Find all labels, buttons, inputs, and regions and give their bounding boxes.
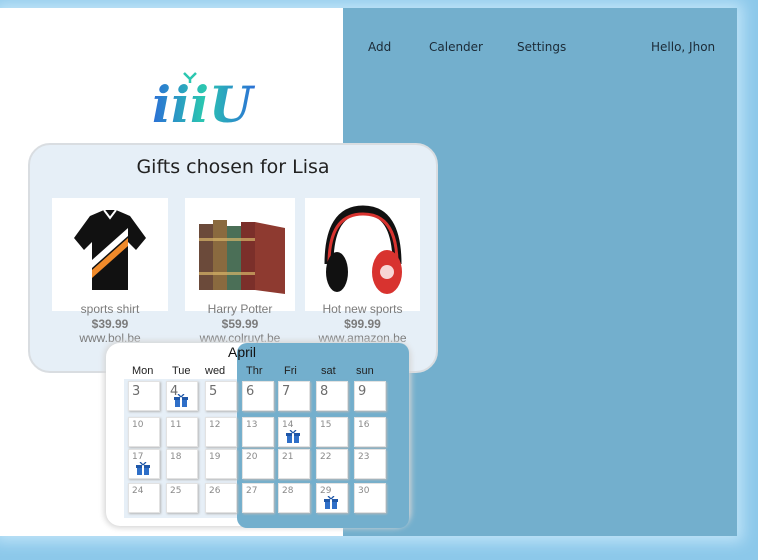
day-number: 26: [209, 486, 221, 496]
gift-item[interactable]: sports shirt $39.99 www.bol.be: [52, 198, 168, 348]
calendar-month: April: [228, 344, 257, 360]
day-number: 21: [282, 452, 294, 462]
day-number: 22: [320, 452, 332, 462]
nav-calender[interactable]: Calender: [429, 40, 483, 54]
calendar-day[interactable]: 20: [242, 449, 274, 479]
day-number: 19: [209, 452, 221, 462]
calendar-day[interactable]: 10: [128, 417, 160, 447]
calendar-day[interactable]: 19: [205, 449, 237, 479]
day-number: 27: [246, 486, 258, 496]
calendar-day[interactable]: 12: [205, 417, 237, 447]
calendar-day[interactable]: 9: [354, 381, 386, 411]
product-price: $39.99: [91, 317, 129, 331]
dow-label: Tue: [172, 365, 191, 377]
app-logo: iiiU: [152, 72, 256, 128]
day-number: 30: [358, 486, 370, 496]
day-number: 10: [132, 420, 144, 430]
calendar-day[interactable]: 16: [354, 417, 386, 447]
day-number: 15: [320, 420, 332, 430]
day-number: 18: [170, 452, 182, 462]
dow-label: Fri: [284, 365, 297, 377]
gift-icon: [286, 430, 300, 443]
dow-label: Mon: [132, 365, 154, 377]
day-number: 17: [132, 452, 144, 462]
day-number: 20: [246, 452, 258, 462]
day-number: 28: [282, 486, 294, 496]
day-number: 7: [282, 384, 291, 399]
product-price: $99.99: [344, 317, 381, 331]
day-number: 5: [209, 384, 218, 399]
calendar-day[interactable]: 11: [166, 417, 198, 447]
calendar-day[interactable]: 3: [128, 381, 160, 411]
gift-icon: [324, 496, 338, 509]
calendar-day[interactable]: 30: [354, 483, 386, 513]
calendar-day[interactable]: 25: [166, 483, 198, 513]
calendar-day[interactable]: 17: [128, 449, 160, 479]
day-number: 12: [209, 420, 221, 430]
dow-label: wed: [205, 365, 226, 377]
day-number: 24: [132, 486, 144, 496]
day-number: 11: [170, 420, 182, 430]
gift-item[interactable]: Hot new sports $99.99 www.amazon.be: [305, 198, 420, 348]
shirt-image: [52, 198, 168, 311]
calendar-day[interactable]: 27: [242, 483, 274, 513]
calendar-day[interactable]: 21: [278, 449, 310, 479]
dow-label: Thr: [246, 365, 263, 377]
day-number: 6: [246, 384, 255, 399]
day-number: 23: [358, 452, 370, 462]
calendar-day[interactable]: 7: [278, 381, 310, 411]
gift-icon: [174, 394, 188, 407]
product-name: Hot new sports: [322, 302, 403, 316]
headphones-image: [305, 198, 420, 311]
dow-label: sun: [356, 365, 374, 377]
calendar-day[interactable]: 18: [166, 449, 198, 479]
day-number: 3: [132, 384, 141, 399]
calendar-day[interactable]: 15: [316, 417, 348, 447]
calendar-day[interactable]: 23: [354, 449, 386, 479]
calendar-day[interactable]: 28: [278, 483, 310, 513]
nav-settings[interactable]: Settings: [517, 40, 566, 54]
day-number: 14: [282, 420, 294, 430]
calendar: April Mon Tue wed Thr Fri sat sun 3 45 6 7 8…: [106, 343, 409, 528]
day-number: 16: [358, 420, 370, 430]
calendar-day[interactable]: 8: [316, 381, 348, 411]
day-number: 9: [358, 384, 367, 399]
calendar-day[interactable]: 5: [205, 381, 237, 411]
logo-text: iiiU: [152, 75, 256, 128]
dow-label: sat: [321, 365, 336, 377]
gifts-title: Gifts chosen for Lisa: [136, 156, 330, 178]
calendar-day[interactable]: 13: [242, 417, 274, 447]
product-price: $59.99: [221, 317, 259, 331]
calendar-day[interactable]: 6: [242, 381, 274, 411]
calendar-day[interactable]: 26: [205, 483, 237, 513]
product-name: Harry Potter: [207, 302, 273, 316]
user-greeting: Hello, Jhon: [651, 40, 716, 54]
day-number: 13: [246, 420, 258, 430]
app-frame: Add Calender Settings Hello, Jhon iiiU G…: [0, 8, 737, 536]
calendar-day[interactable]: 22: [316, 449, 348, 479]
calendar-day[interactable]: 14: [278, 417, 310, 447]
calendar-day[interactable]: 29: [316, 483, 348, 513]
calendar-day[interactable]: 4: [166, 381, 198, 411]
product-name: sports shirt: [80, 302, 140, 316]
gift-icon: [136, 462, 150, 475]
nav-add[interactable]: Add: [368, 40, 391, 54]
day-number: 25: [170, 486, 182, 496]
day-number: 29: [320, 486, 332, 496]
gift-item[interactable]: Harry Potter $59.99 www.colruyt.be: [185, 198, 295, 348]
calendar-day[interactable]: 24: [128, 483, 160, 513]
day-number: 8: [320, 384, 329, 399]
books-image: [185, 198, 295, 311]
gifts-card: Gifts chosen for Lisa sports shirt $39.9…: [28, 143, 438, 373]
